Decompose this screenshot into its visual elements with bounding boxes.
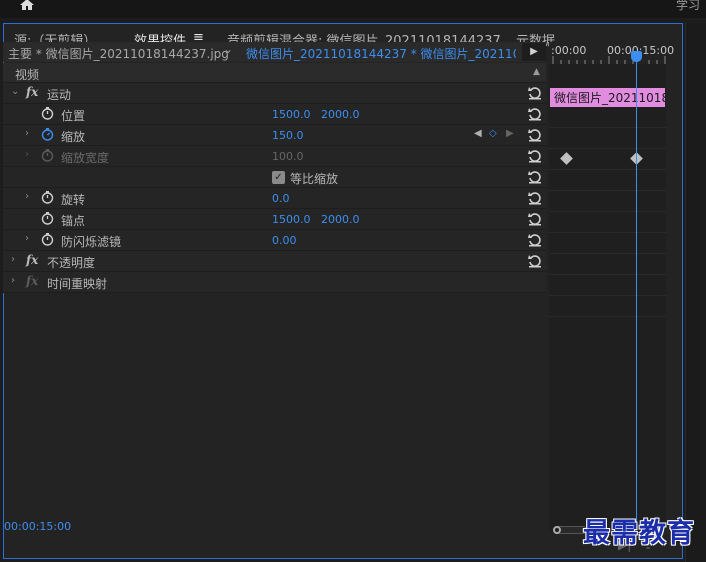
stopwatch-icon[interactable]: [41, 233, 54, 246]
video-label: 视频: [15, 68, 40, 82]
reset-icon[interactable]: [527, 253, 543, 269]
anchor-x-value[interactable]: 1500.0: [272, 213, 311, 226]
previous-keyframe-icon[interactable]: ◀: [474, 128, 482, 139]
stopwatch-icon: [41, 149, 54, 162]
chevron-right-icon[interactable]: ›: [25, 128, 29, 139]
anchor-label: 锚点: [61, 214, 86, 228]
stopwatch-icon[interactable]: [41, 191, 54, 204]
opacity-label: 不透明度: [47, 256, 96, 270]
timeline-row: [549, 233, 666, 254]
stopwatch-active-icon[interactable]: [41, 128, 54, 141]
timeline-row: [549, 170, 666, 191]
clip-header: 主要 * 微信图片_20211018144237.jpg ⌄ 微信图片_2021…: [3, 42, 546, 62]
effect-opacity[interactable]: › fx 不透明度: [3, 251, 546, 272]
effects-list: 视频 ▲ ⌄ fx 运动 位置 1500.0 2000.0 › 缩放 150.0…: [3, 63, 546, 293]
property-scale-width: › 缩放宽度 100.0: [3, 146, 546, 167]
adjacent-panel-edge: [685, 23, 706, 562]
reset-icon[interactable]: [527, 232, 543, 248]
anchor-y-value[interactable]: 2000.0: [321, 213, 360, 226]
next-keyframe-icon[interactable]: ▶: [506, 128, 514, 139]
scale-value[interactable]: 150.0: [272, 129, 304, 142]
reset-icon[interactable]: [527, 106, 543, 122]
master-clip-name[interactable]: 主要 * 微信图片_20211018144237.jpg: [8, 45, 229, 62]
timeline-row: [549, 212, 666, 233]
property-rotation: › 旋转 0.0: [3, 188, 546, 209]
anti-flicker-value[interactable]: 0.00: [272, 234, 297, 247]
scale-width-value: 100.0: [272, 150, 304, 163]
current-timecode[interactable]: 00:00:15:00: [4, 520, 71, 533]
effect-time-remapping[interactable]: › fx 时间重映射: [3, 272, 546, 293]
property-scale: › 缩放 150.0 ◀ ◇ ▶: [3, 125, 546, 146]
timeline-row-scale: [549, 149, 666, 170]
stopwatch-icon[interactable]: [41, 212, 54, 225]
chevron-right-icon[interactable]: ›: [25, 233, 29, 244]
reset-icon[interactable]: [527, 190, 543, 206]
reset-icon[interactable]: [527, 169, 543, 185]
top-bar: 学习: [0, 0, 706, 18]
position-label: 位置: [61, 109, 86, 123]
video-section-header: 视频 ▲: [3, 63, 546, 83]
property-position: 位置 1500.0 2000.0: [3, 104, 546, 125]
motion-label: 运动: [47, 88, 72, 102]
chevron-right-icon[interactable]: ›: [11, 275, 15, 286]
timeline-row: [549, 107, 666, 128]
reset-icon[interactable]: [527, 85, 543, 101]
scale-width-label: 缩放宽度: [61, 151, 110, 165]
timeline-clip[interactable]: 微信图片_20211018144237: [550, 88, 665, 107]
chevron-down-icon[interactable]: ⌄: [11, 86, 19, 97]
timeline-row: [549, 191, 666, 212]
time-ruler[interactable]: :00:00 00:00:15:00: [549, 42, 674, 64]
rotation-label: 旋转: [61, 193, 86, 207]
playhead-line: [636, 54, 637, 524]
rotation-value[interactable]: 0.0: [272, 192, 290, 205]
time-remap-label: 时间重映射: [47, 277, 108, 291]
timeline-row: [549, 128, 666, 149]
anti-flicker-label: 防闪烁滤镜: [61, 235, 122, 249]
property-anchor-point: 锚点 1500.0 2000.0: [3, 209, 546, 230]
fx-icon: fx: [26, 274, 39, 288]
property-anti-flicker: › 防闪烁滤镜 0.00: [3, 230, 546, 251]
keyframe-start[interactable]: [560, 152, 573, 165]
chevron-down-icon[interactable]: ⌄: [223, 42, 235, 56]
timeline-row: [549, 275, 666, 296]
stopwatch-icon[interactable]: [41, 107, 54, 120]
scrollbar-handle[interactable]: [553, 526, 561, 534]
reset-icon[interactable]: [527, 127, 543, 143]
ruler-ticks: [552, 56, 666, 64]
play-icon[interactable]: ▶: [522, 43, 546, 61]
chevron-right-icon[interactable]: ›: [11, 254, 15, 265]
collapse-up-icon[interactable]: ▲: [533, 67, 540, 77]
add-keyframe-icon[interactable]: ◇: [489, 128, 497, 139]
sequence-clip-name[interactable]: 微信图片_20211018144237 * 微信图片_2021101...: [246, 45, 516, 62]
timeline-row: [549, 296, 666, 317]
home-icon[interactable]: [18, 0, 36, 10]
reset-icon[interactable]: [527, 211, 543, 227]
effect-motion[interactable]: ⌄ fx 运动: [3, 83, 546, 104]
position-y-value[interactable]: 2000.0: [321, 108, 360, 121]
uniform-scale-label: 等比缩放: [290, 172, 339, 186]
reset-icon[interactable]: [527, 148, 543, 164]
timeline-zoom-scrollbar[interactable]: [553, 526, 587, 534]
fx-icon[interactable]: fx: [26, 85, 38, 99]
timeline-row: [549, 254, 666, 275]
position-x-value[interactable]: 1500.0: [272, 108, 311, 121]
keyframe-timeline[interactable]: :00:00 00:00:15:00 微信图片_20211018144237: [549, 42, 674, 534]
scale-label: 缩放: [61, 130, 86, 144]
watermark-text: 最需教育: [583, 518, 695, 549]
fx-icon[interactable]: fx: [26, 253, 38, 267]
property-uniform-scale: ✓ 等比缩放: [3, 167, 546, 188]
chevron-right-icon[interactable]: ›: [25, 191, 29, 202]
workspace-label[interactable]: 学习: [676, 0, 700, 13]
chevron-right-icon: ›: [25, 149, 29, 160]
uniform-scale-checkbox[interactable]: ✓: [272, 171, 285, 184]
